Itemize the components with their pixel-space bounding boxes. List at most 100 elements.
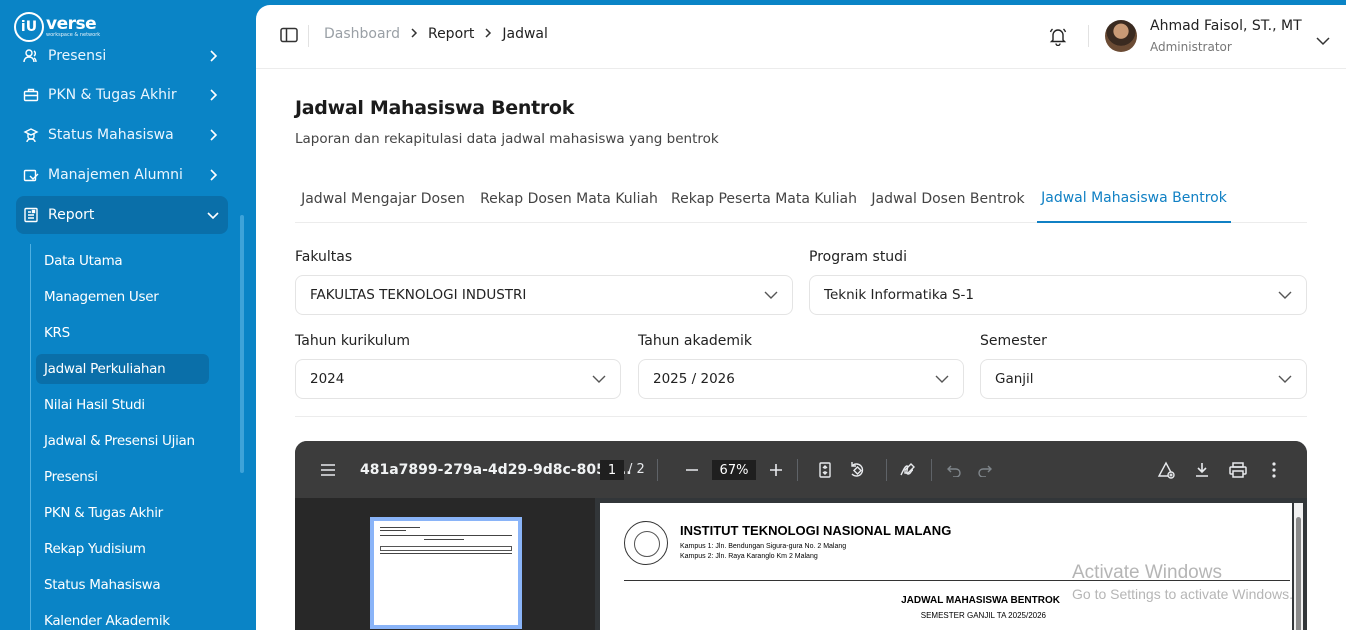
kurikulum-label: Tahun kurikulum — [295, 333, 411, 349]
chevron-down-icon — [1278, 288, 1292, 302]
sidebar-subitem-managemen-user[interactable]: Managemen User — [36, 282, 209, 312]
watermark-line-2: Go to Settings to activate Windows. — [1072, 586, 1293, 602]
pdf-scrollbar[interactable] — [1294, 503, 1303, 630]
main-content: Dashboard Report Jadwal Ahmad Faisol, ST… — [256, 5, 1346, 630]
sidebar: iU verse workspace & network Presensi PK… — [0, 0, 256, 630]
akademik-value: 2025 / 2026 — [653, 371, 735, 387]
zoom-in-icon[interactable] — [767, 461, 785, 479]
page-thumbnail[interactable] — [370, 517, 522, 629]
divider — [931, 459, 932, 481]
prodi-label: Program studi — [809, 249, 907, 265]
pdf-toolbar: 481a7899-279a-4d29-9d8c-8050... 1 / 2 67… — [295, 441, 1307, 498]
print-icon[interactable] — [1229, 461, 1247, 479]
tab-rekap-peserta-mata-kuliah[interactable]: Rekap Peserta Mata Kuliah — [667, 175, 861, 223]
divider — [657, 459, 658, 481]
rotate-icon[interactable] — [848, 461, 866, 479]
breadcrumb-dashboard[interactable]: Dashboard — [324, 26, 400, 42]
chevron-down-icon — [206, 208, 220, 222]
sidebar-item-report[interactable]: Report — [16, 196, 228, 234]
menu-icon[interactable] — [319, 461, 337, 479]
sidebar-scrollbar[interactable] — [240, 215, 244, 473]
sidebar-subitem-jadwal-perkuliahan[interactable]: Jadwal Perkuliahan — [36, 354, 209, 384]
sidebar-item-pkn[interactable]: PKN & Tugas Akhir — [16, 76, 228, 114]
sidebar-subitem-rekap-yudisium[interactable]: Rekap Yudisium — [36, 534, 209, 564]
institution-address-1: Kampus 1: Jln. Bendungan Sigura-gura No.… — [680, 543, 847, 550]
sidebar-subitem-data-utama[interactable]: Data Utama — [36, 246, 209, 276]
student-icon — [22, 126, 40, 144]
chevron-down-icon[interactable] — [1316, 31, 1330, 46]
windows-activation-watermark: Activate Windows Go to Settings to activ… — [1072, 562, 1293, 602]
submenu-guide-line — [30, 244, 31, 630]
bell-icon[interactable] — [1048, 26, 1068, 47]
sidebar-subitem-status-mahasiswa[interactable]: Status Mahasiswa — [36, 570, 209, 600]
institution-name: INSTITUT TEKNOLOGI NASIONAL MALANG — [680, 523, 952, 538]
chevron-right-icon — [206, 168, 220, 182]
sidebar-subitem-presensi[interactable]: Presensi — [36, 462, 209, 492]
pdf-filename: 481a7899-279a-4d29-9d8c-8050... — [360, 462, 632, 478]
divider — [295, 416, 1307, 417]
pdf-thumbnails-panel — [295, 498, 595, 630]
draw-icon[interactable] — [899, 461, 917, 479]
fakultas-label: Fakultas — [295, 249, 353, 265]
sidebar-subitem-pkn-tugas-akhir[interactable]: PKN & Tugas Akhir — [36, 498, 209, 528]
prodi-select[interactable]: Teknik Informatika S-1 — [809, 275, 1307, 315]
graduation-icon — [22, 166, 40, 184]
page-number-input[interactable]: 1 — [600, 460, 624, 480]
semester-value: Ganjil — [995, 371, 1034, 387]
user-name[interactable]: Ahmad Faisol, ST., MT — [1150, 18, 1302, 34]
fakultas-select[interactable]: FAKULTAS TEKNOLOGI INDUSTRI — [295, 275, 793, 315]
briefcase-icon — [22, 86, 40, 104]
akademik-select[interactable]: 2025 / 2026 — [638, 359, 964, 399]
sidebar-item-label: Presensi — [48, 48, 107, 64]
users-icon — [22, 47, 40, 65]
logo-name: verse — [46, 14, 97, 34]
semester-select[interactable]: Ganjil — [980, 359, 1307, 399]
sidebar-subitem-krs[interactable]: KRS — [36, 318, 209, 348]
sidebar-item-label: Report — [48, 207, 95, 223]
report-icon — [22, 206, 40, 224]
document-subtitle: SEMESTER GANJIL TA 2025/2026 — [920, 611, 1046, 620]
breadcrumb: Dashboard Report Jadwal — [324, 26, 548, 42]
breadcrumb-jadwal[interactable]: Jadwal — [502, 26, 548, 42]
sidebar-subitem-nilai-hasil-studi[interactable]: Nilai Hasil Studi — [36, 390, 209, 420]
fit-page-icon[interactable] — [816, 461, 834, 479]
tab-jadwal-dosen-bentrok[interactable]: Jadwal Dosen Bentrok — [867, 175, 1029, 223]
divider — [308, 25, 309, 47]
akademik-label: Tahun akademik — [638, 333, 753, 349]
undo-icon[interactable] — [945, 461, 963, 479]
zoom-level[interactable]: 67% — [712, 460, 756, 480]
avatar[interactable] — [1105, 20, 1137, 52]
sidebar-item-label: Status Mahasiswa — [48, 127, 174, 143]
sidebar-item-status-mahasiswa[interactable]: Status Mahasiswa — [16, 116, 228, 154]
prodi-value: Teknik Informatika S-1 — [824, 287, 974, 303]
chevron-right-icon — [206, 88, 220, 102]
redo-icon[interactable] — [976, 461, 994, 479]
more-options-icon[interactable] — [1265, 461, 1283, 479]
page-title: Jadwal Mahasiswa Bentrok — [295, 97, 575, 119]
sidebar-toggle-icon[interactable] — [280, 27, 298, 43]
kurikulum-select[interactable]: 2024 — [295, 359, 621, 399]
download-icon[interactable] — [1193, 461, 1211, 479]
chevron-down-icon — [592, 372, 606, 386]
divider — [797, 459, 798, 481]
semester-label: Semester — [980, 333, 1047, 349]
divider — [886, 459, 887, 481]
tab-jadwal-mengajar-dosen[interactable]: Jadwal Mengajar Dosen — [295, 175, 471, 223]
chevron-right-icon — [410, 27, 418, 41]
tab-jadwal-mahasiswa-bentrok[interactable]: Jadwal Mahasiswa Bentrok — [1037, 175, 1231, 223]
sidebar-subitem-kalender-akademik[interactable]: Kalender Akademik — [36, 606, 209, 630]
chevron-down-icon — [935, 372, 949, 386]
sidebar-item-label: PKN & Tugas Akhir — [48, 87, 177, 103]
sidebar-item-presensi[interactable]: Presensi — [16, 37, 228, 75]
breadcrumb-report[interactable]: Report — [428, 26, 474, 42]
sidebar-subitem-jadwal-presensi-ujian[interactable]: Jadwal & Presensi Ujian — [36, 426, 209, 456]
watermark-line-1: Activate Windows — [1072, 562, 1222, 583]
zoom-out-icon[interactable] — [683, 461, 701, 479]
page-subtitle: Laporan dan rekapitulasi data jadwal mah… — [295, 131, 719, 147]
institution-seal — [624, 521, 668, 565]
fakultas-value: FAKULTAS TEKNOLOGI INDUSTRI — [310, 287, 527, 303]
sidebar-item-alumni[interactable]: Manajemen Alumni — [16, 156, 228, 194]
chevron-right-icon — [206, 49, 220, 63]
tab-rekap-dosen-mata-kuliah[interactable]: Rekap Dosen Mata Kuliah — [477, 175, 661, 223]
ai-assist-icon[interactable] — [1157, 461, 1175, 479]
